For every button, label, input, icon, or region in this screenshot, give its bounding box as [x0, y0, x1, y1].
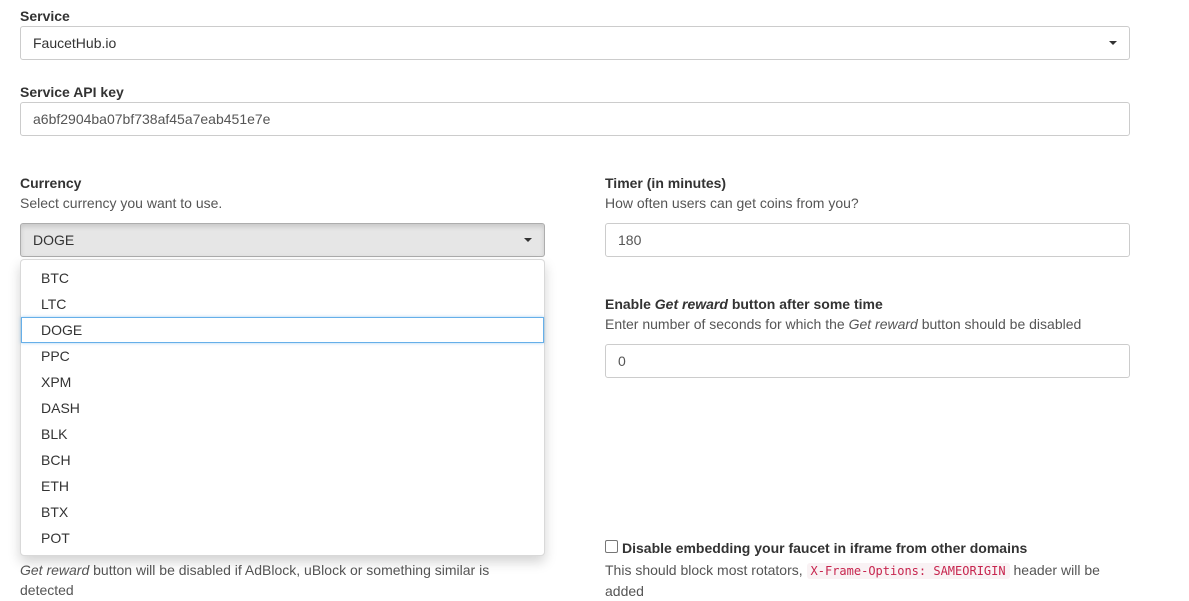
chevron-down-icon	[524, 238, 532, 242]
timer-label: Timer (in minutes)	[605, 175, 727, 191]
iframe-help: This should block most rotators, X-Frame…	[605, 560, 1125, 601]
iframe-label[interactable]: Disable embedding your faucet in iframe …	[622, 540, 1027, 556]
currency-option-blk[interactable]: BLK	[21, 421, 544, 447]
currency-select[interactable]: DOGE	[20, 223, 545, 257]
adblock-help-em: Get reward	[20, 562, 90, 578]
reward-delay-input[interactable]: 0	[605, 344, 1130, 378]
reward-delay-help: Enter number of seconds for which the Ge…	[605, 316, 1081, 332]
timer-value: 180	[618, 232, 642, 248]
currency-help: Select currency you want to use.	[20, 195, 223, 211]
service-select-value: FaucetHub.io	[33, 35, 117, 51]
timer-input[interactable]: 180	[605, 223, 1130, 257]
currency-select-value: DOGE	[33, 232, 75, 248]
currency-option-ltc[interactable]: LTC	[21, 291, 544, 317]
service-select[interactable]: FaucetHub.io	[20, 26, 1130, 60]
reward-delay-label: Enable Get reward button after some time	[605, 296, 883, 312]
adblock-help-line2: detected	[20, 582, 74, 598]
reward-delay-help-suffix: button should be disabled	[917, 316, 1082, 332]
adblock-help-rest: button will be disabled if AdBlock, uBlo…	[89, 562, 490, 578]
reward-delay-help-em: Get reward	[848, 316, 918, 332]
iframe-help-line2: added	[605, 583, 644, 599]
currency-option-btc[interactable]: BTC	[21, 265, 544, 291]
reward-delay-label-suffix: button after some time	[727, 296, 883, 312]
reward-delay-label-prefix: Enable	[605, 296, 655, 312]
reward-delay-value: 0	[618, 353, 626, 369]
reward-delay-help-prefix: Enter number of seconds for which the	[605, 316, 849, 332]
iframe-help-code: X-Frame-Options: SAMEORIGIN	[806, 563, 1010, 579]
api-key-value: a6bf2904ba07bf738af45a7eab451e7e	[33, 111, 271, 127]
service-label: Service	[20, 8, 70, 24]
currency-option-xpm[interactable]: XPM	[21, 369, 544, 395]
adblock-help: Get reward button will be disabled if Ad…	[20, 560, 520, 600]
currency-option-pot[interactable]: POT	[21, 525, 544, 551]
iframe-help-suffix: header will be	[1009, 562, 1100, 578]
currency-dropdown-menu: BTC LTC DOGE PPC XPM DASH BLK BCH ETH BT…	[20, 259, 545, 556]
currency-option-dash[interactable]: DASH	[21, 395, 544, 421]
currency-label: Currency	[20, 175, 82, 191]
timer-help: How often users can get coins from you?	[605, 195, 859, 211]
iframe-help-prefix: This should block most rotators,	[605, 562, 807, 578]
currency-option-doge[interactable]: DOGE	[21, 317, 544, 343]
reward-delay-label-em: Get reward	[654, 296, 728, 312]
chevron-down-icon	[1109, 41, 1117, 45]
api-key-label: Service API key	[20, 84, 124, 100]
currency-option-btx[interactable]: BTX	[21, 499, 544, 525]
iframe-checkbox[interactable]	[605, 540, 618, 553]
currency-option-ppc[interactable]: PPC	[21, 343, 544, 369]
currency-option-bch[interactable]: BCH	[21, 447, 544, 473]
currency-option-eth[interactable]: ETH	[21, 473, 544, 499]
api-key-input[interactable]: a6bf2904ba07bf738af45a7eab451e7e	[20, 102, 1130, 136]
